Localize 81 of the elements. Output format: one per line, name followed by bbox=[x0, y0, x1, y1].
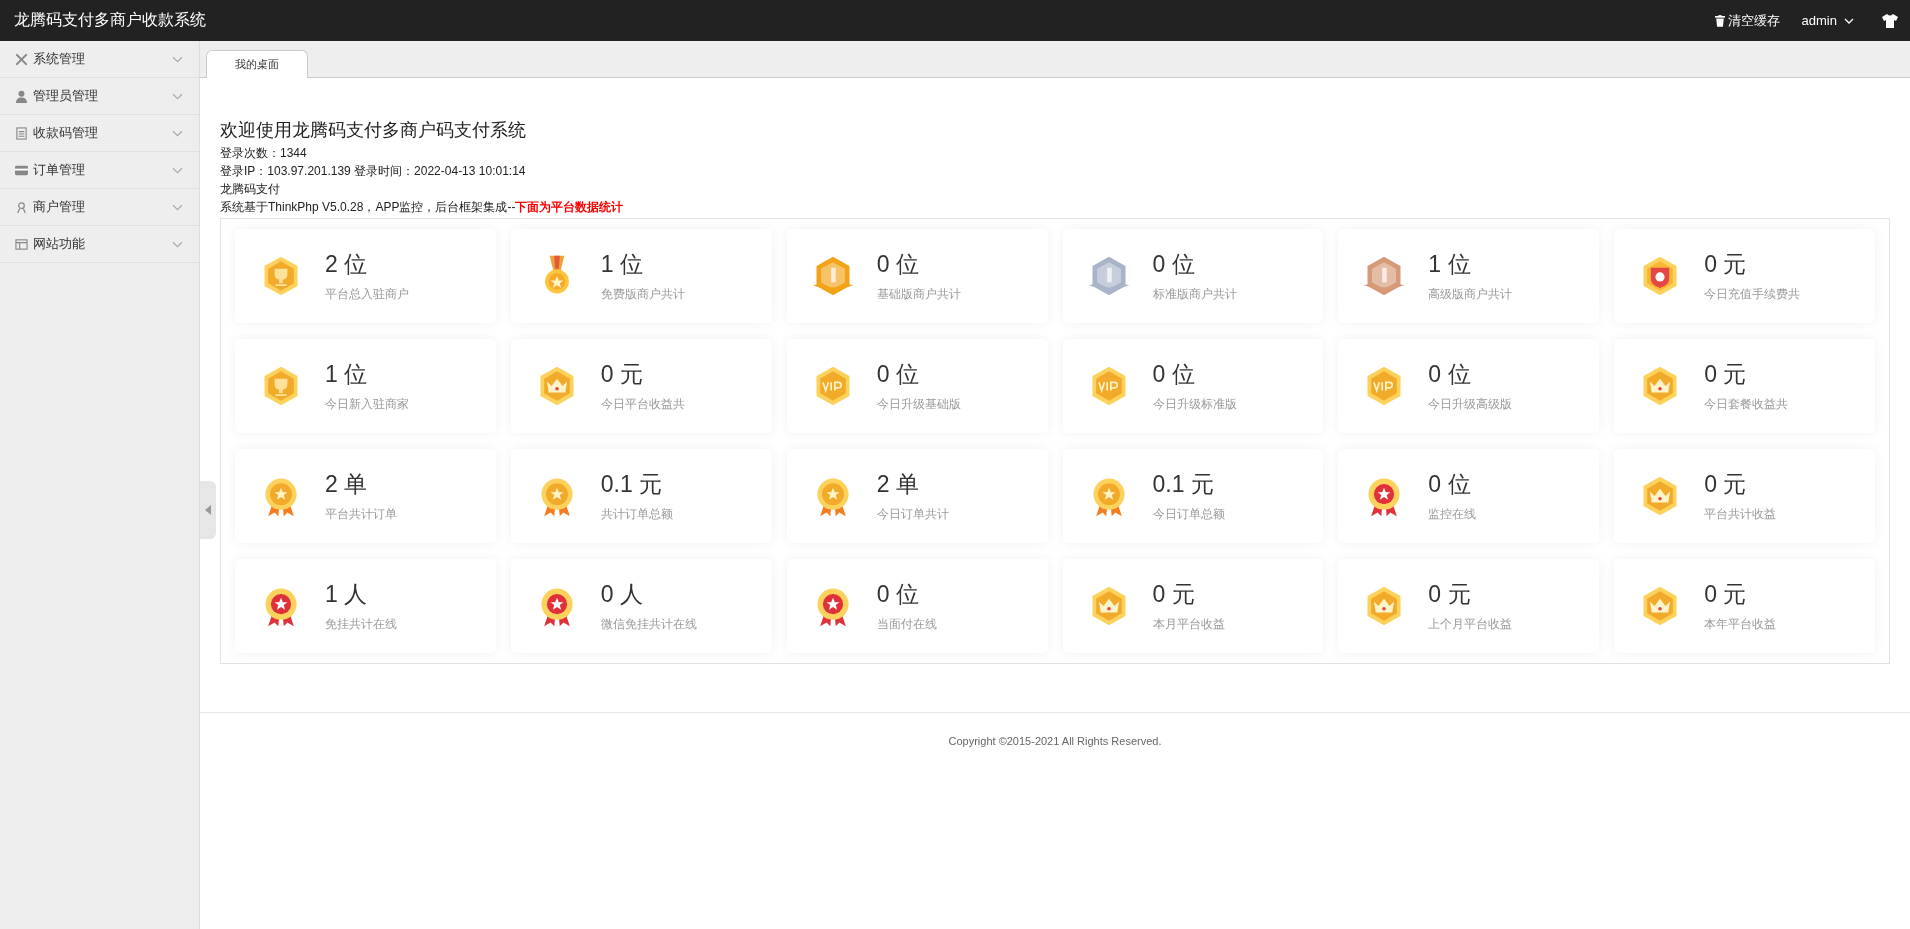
chevron-down-icon bbox=[1844, 17, 1854, 24]
stat-value: 2 单 bbox=[876, 470, 920, 499]
stat-label: 高级版商户共计 bbox=[1428, 286, 1513, 303]
sidebar-item[interactable]: 商户管理 bbox=[0, 189, 199, 226]
user-menu[interactable]: admin bbox=[1801, 13, 1854, 28]
stat-label: 今日新入驻商家 bbox=[325, 396, 409, 413]
stat-value: 0 元 bbox=[1704, 580, 1748, 609]
stat-label: 上个月平台收益 bbox=[1428, 616, 1513, 633]
caret-left-icon bbox=[205, 505, 211, 515]
stat-label: 基础版商户共计 bbox=[876, 286, 961, 303]
stat-value: 0.1 元 bbox=[1152, 470, 1215, 499]
stat-label: 当面付在线 bbox=[876, 616, 937, 633]
app-title: 龙腾码支付多商户收款系统 bbox=[14, 10, 206, 30]
info-line: 系统基于ThinkPhp V5.0.28，APP监控，后台框架集成--下面为平台数据统计 bbox=[220, 199, 625, 216]
stat-value: 0 元 bbox=[600, 360, 644, 389]
person-icon bbox=[15, 200, 28, 214]
tab[interactable]: 我的桌面 bbox=[206, 50, 308, 78]
stat-value: 0 位 bbox=[1152, 360, 1196, 389]
chevron-down-icon bbox=[172, 55, 183, 63]
chevron-down-icon bbox=[172, 92, 183, 100]
stat-label: 平台共计订单 bbox=[325, 506, 397, 523]
stat-value: 0 元 bbox=[1152, 580, 1196, 609]
copyright-text: Copyright ©2015-2021 All Rights Reserved. bbox=[948, 735, 1162, 747]
stat-value: 0 位 bbox=[1428, 360, 1472, 389]
stat-value: 0 元 bbox=[1704, 360, 1748, 389]
info-line: 登录次数：1344 bbox=[220, 145, 308, 162]
stat-label: 共计订单总额 bbox=[600, 506, 673, 523]
stat-label: 今日平台收益共 bbox=[600, 396, 685, 413]
stat-label: 微信免挂共计在线 bbox=[600, 616, 697, 633]
stat-label: 今日套餐收益共 bbox=[1704, 396, 1789, 413]
stat-label: 监控在线 bbox=[1428, 506, 1477, 523]
stat-value: 1 人 bbox=[325, 580, 369, 609]
info-line: 龙腾码支付 bbox=[220, 181, 281, 198]
stat-label: 本月平台收益 bbox=[1152, 616, 1225, 633]
document-icon bbox=[15, 126, 28, 140]
trash-icon bbox=[1714, 14, 1725, 27]
stat-value: 0 元 bbox=[1428, 580, 1472, 609]
stat-label: 今日订单总额 bbox=[1152, 506, 1225, 523]
stat-label: 今日升级基础版 bbox=[876, 396, 961, 413]
info-line: 登录IP：103.97.201.139 登录时间：2022-04-13 10:01:14 bbox=[220, 163, 527, 180]
stat-value: 0 位 bbox=[1152, 250, 1196, 279]
chevron-down-icon bbox=[172, 129, 183, 137]
stat-value: 2 位 bbox=[325, 250, 369, 279]
chevron-down-icon bbox=[172, 203, 183, 211]
stat-value: 2 单 bbox=[325, 470, 369, 499]
stat-value: 0.1 元 bbox=[600, 470, 664, 499]
shirt-icon[interactable] bbox=[1882, 13, 1898, 28]
chevron-down-icon bbox=[172, 240, 183, 248]
stat-label: 免挂共计在线 bbox=[325, 616, 397, 633]
stat-label: 今日订单共计 bbox=[876, 506, 949, 523]
stat-value: 0 位 bbox=[1428, 470, 1472, 499]
sidebar-item[interactable]: 网站功能 bbox=[0, 226, 199, 263]
stat-label: 平台共计收益 bbox=[1704, 506, 1777, 523]
stat-value: 0 位 bbox=[876, 360, 920, 389]
stat-label: 今日升级标准版 bbox=[1152, 396, 1237, 413]
welcome-title: 欢迎使用龙腾码支付多商户码支付系统 bbox=[220, 119, 527, 142]
stat-label: 今日升级高级版 bbox=[1428, 396, 1513, 413]
sidebar-item[interactable]: 收款码管理 bbox=[0, 115, 199, 152]
clear-cache-link[interactable]: 清空缓存 bbox=[1714, 11, 1780, 30]
chevron-down-icon bbox=[172, 166, 183, 174]
stat-value: 0 位 bbox=[876, 580, 920, 609]
stat-value: 0 人 bbox=[600, 580, 644, 609]
stat-value: 1 位 bbox=[325, 360, 369, 389]
stat-label: 本年平台收益 bbox=[1704, 616, 1777, 633]
stat-label: 免费版商户共计 bbox=[600, 286, 685, 303]
window-icon bbox=[15, 237, 28, 251]
tools-icon bbox=[15, 52, 28, 66]
user-icon bbox=[15, 89, 28, 103]
stat-value: 0 位 bbox=[876, 250, 920, 279]
card-icon bbox=[15, 163, 28, 177]
stat-value: 0 元 bbox=[1704, 250, 1748, 279]
stat-value: 0 元 bbox=[1704, 470, 1748, 499]
stat-label: 标准版商户共计 bbox=[1152, 286, 1237, 303]
sidebar-collapse-handle[interactable] bbox=[200, 481, 216, 539]
stat-value: 1 位 bbox=[1428, 250, 1472, 279]
sidebar-item[interactable]: 订单管理 bbox=[0, 152, 199, 189]
stat-label: 平台总入驻商户 bbox=[325, 286, 409, 303]
sidebar-item[interactable]: 管理员管理 bbox=[0, 78, 199, 115]
stat-value: 1 位 bbox=[600, 250, 644, 279]
stat-label: 今日充值手续费共 bbox=[1704, 286, 1801, 303]
sidebar-item[interactable]: 系统管理 bbox=[0, 41, 199, 78]
